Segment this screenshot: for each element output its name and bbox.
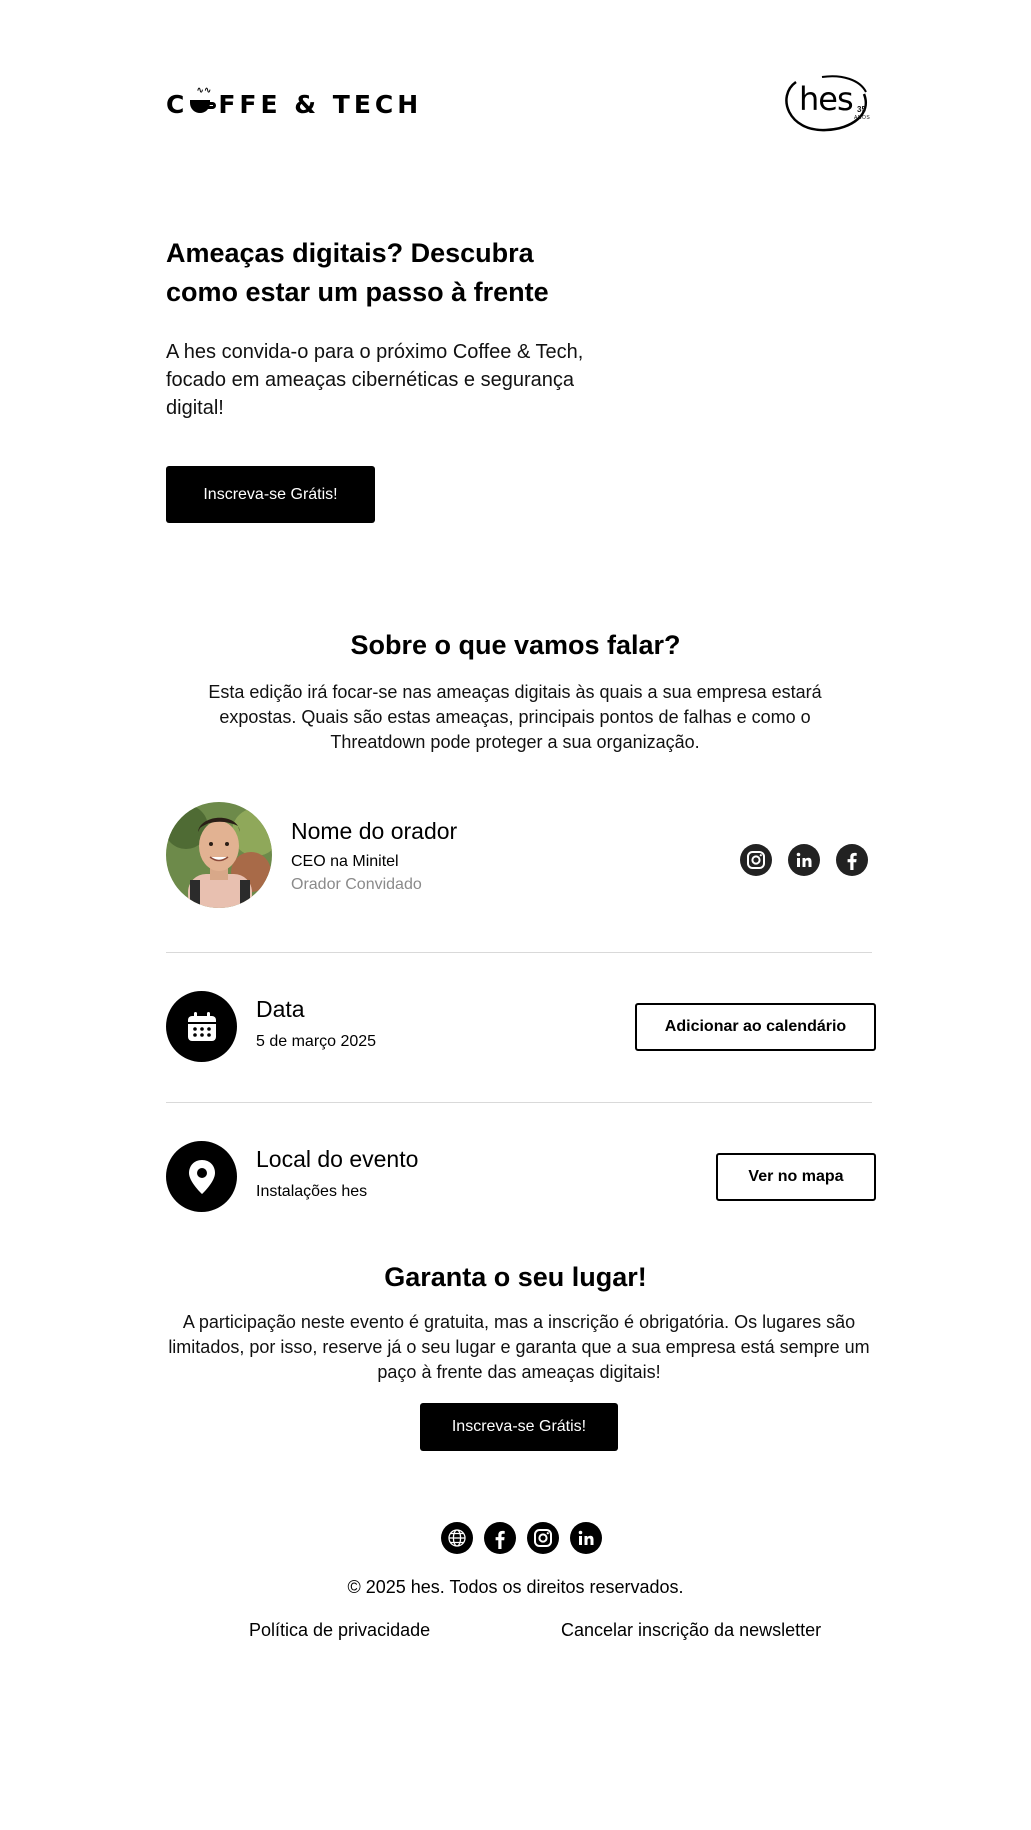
hero-title: Ameaças digitais? Descubra como estar um… (166, 238, 549, 307)
map-pin-icon (166, 1141, 237, 1212)
speaker-instagram-icon[interactable] (740, 844, 772, 876)
speaker-facebook-icon[interactable] (836, 844, 868, 876)
calendar-icon (166, 991, 237, 1062)
speaker-linkedin-icon[interactable] (788, 844, 820, 876)
unsubscribe-link[interactable]: Cancelar inscrição da newsletter (561, 1620, 821, 1641)
email-page: C ∿∿ FFE & TECH hes 35 ANOS Ameaças digi… (0, 0, 1031, 1830)
coffee-tech-logotype: C ∿∿ FFE & TECH (166, 86, 423, 119)
privacy-policy-link[interactable]: Política de privacidade (249, 1620, 430, 1641)
about-title: Sobre o que vamos falar? (350, 630, 681, 660)
add-to-calendar-button[interactable]: Adicionar ao calendário (635, 1003, 876, 1051)
hes-35-anos-logo: hes 35 ANOS (782, 74, 874, 132)
speaker-name: Nome do orador (291, 818, 458, 844)
cta-signup-button[interactable]: Inscreva-se Grátis! (420, 1403, 618, 1451)
linkedin-icon[interactable] (570, 1522, 602, 1554)
speaker-role: CEO na Minitel (291, 853, 399, 870)
coffee-cup-icon: ∿∿ (190, 87, 217, 115)
speaker-photo (166, 802, 272, 908)
speaker-avatar (166, 802, 272, 908)
about-text: Esta edição irá focar-se nas ameaças dig… (208, 682, 822, 752)
divider (166, 952, 872, 953)
location-value: Instalações hes (256, 1183, 368, 1200)
instagram-icon[interactable] (527, 1522, 559, 1554)
cta-title: Garanta o seu lugar! (384, 1262, 647, 1292)
date-title: Data (256, 996, 305, 1022)
divider (166, 1102, 872, 1103)
view-on-map-button[interactable]: Ver no mapa (716, 1153, 876, 1201)
hero-signup-button[interactable]: Inscreva-se Grátis! (166, 466, 375, 523)
location-title: Local do evento (256, 1146, 419, 1172)
cta-text: A participação neste evento é gratuita, … (168, 1312, 870, 1382)
facebook-icon[interactable] (484, 1522, 516, 1554)
globe-icon[interactable] (441, 1522, 473, 1554)
date-value: 5 de março 2025 (256, 1033, 377, 1050)
copyright-text: © 2025 hes. Todos os direitos reservados… (347, 1577, 684, 1597)
speaker-tag: Orador Convidado (291, 876, 422, 893)
hero-subtitle: A hes convida-o para o próximo Coffee & … (166, 341, 584, 419)
coffee-tech-logo: C ∿∿ FFE & TECH (166, 86, 423, 120)
